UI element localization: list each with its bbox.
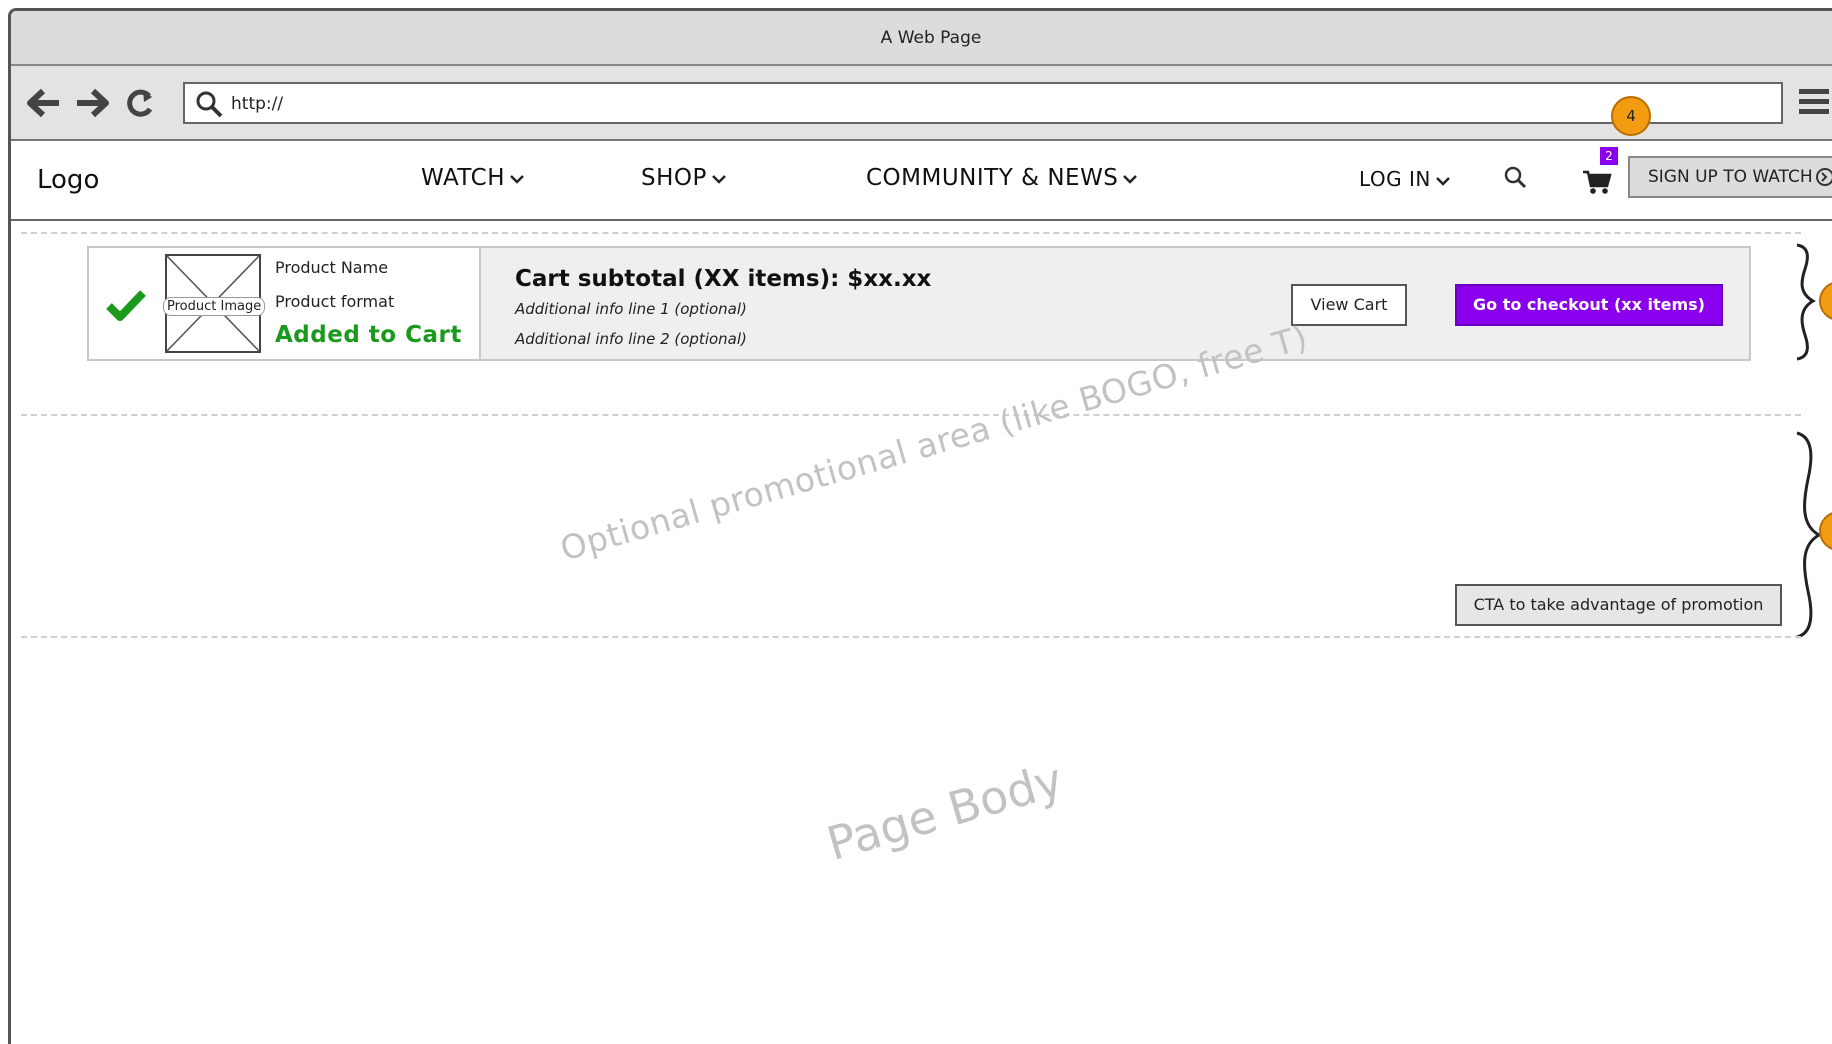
window-title: A Web Page bbox=[880, 28, 982, 48]
refresh-icon[interactable] bbox=[123, 88, 159, 118]
back-arrow-icon[interactable] bbox=[27, 88, 63, 118]
chevron-down-icon bbox=[1436, 176, 1450, 186]
nav-label: SHOP bbox=[641, 165, 707, 191]
nav-item-watch[interactable]: WATCH bbox=[421, 165, 525, 191]
site-header: Logo WATCH SHOP COMMUNITY & NEWS LOG IN … bbox=[11, 143, 1832, 221]
shopping-cart-icon[interactable] bbox=[1581, 163, 1615, 197]
section-divider bbox=[21, 232, 1801, 234]
checkout-button[interactable]: Go to checkout (xx items) bbox=[1455, 284, 1723, 326]
site-logo[interactable]: Logo bbox=[37, 165, 99, 195]
hamburger-menu-icon[interactable] bbox=[1797, 86, 1831, 118]
search-icon[interactable] bbox=[1501, 163, 1531, 193]
section-divider bbox=[21, 636, 1801, 638]
forward-arrow-icon[interactable] bbox=[73, 88, 109, 118]
promo-cta-button[interactable]: CTA to take advantage of promotion bbox=[1455, 584, 1782, 626]
browser-window: A Web Page http:// Logo WATCH SHOP COMMU… bbox=[8, 8, 1832, 1044]
browser-toolbar: http:// bbox=[11, 66, 1832, 141]
sign-up-button[interactable]: SIGN UP TO WATCH bbox=[1628, 156, 1832, 198]
cart-count-badge: 2 bbox=[1600, 147, 1618, 165]
nav-label: LOG IN bbox=[1359, 167, 1431, 191]
page-body-placeholder: Page Body bbox=[821, 752, 1069, 871]
additional-info-line: Additional info line 2 (optional) bbox=[515, 330, 747, 348]
cart-subtotal: Cart subtotal (XX items): $xx.xx bbox=[515, 266, 932, 292]
view-cart-button[interactable]: View Cart bbox=[1291, 284, 1407, 326]
product-image-label: Product Image bbox=[163, 297, 266, 316]
chevron-circle-icon bbox=[1815, 168, 1832, 186]
product-name: Product Name bbox=[275, 258, 389, 277]
wireframe-stage: A Web Page http:// Logo WATCH SHOP COMMU… bbox=[0, 0, 1832, 1044]
nav-label: COMMUNITY & NEWS bbox=[866, 165, 1119, 191]
window-titlebar: A Web Page bbox=[11, 11, 1832, 66]
added-item-summary: Product Image Product Name Product forma… bbox=[89, 248, 481, 359]
additional-info-line: Additional info line 1 (optional) bbox=[515, 300, 747, 318]
product-image-placeholder: Product Image bbox=[163, 254, 266, 353]
chevron-down-icon bbox=[1123, 174, 1138, 184]
added-to-cart-status: Added to Cart bbox=[275, 322, 462, 348]
nav-item-shop[interactable]: SHOP bbox=[641, 165, 727, 191]
section-divider bbox=[21, 414, 1801, 416]
annotation-badge: 4 bbox=[1611, 96, 1651, 136]
chevron-down-icon bbox=[711, 174, 726, 184]
added-to-cart-bar: Product Image Product Name Product forma… bbox=[87, 246, 1751, 361]
nav-item-community-news[interactable]: COMMUNITY & NEWS bbox=[866, 165, 1138, 191]
checkmark-icon bbox=[105, 288, 147, 322]
address-bar[interactable]: http:// bbox=[183, 82, 1783, 124]
nav-label: WATCH bbox=[421, 165, 505, 191]
search-icon bbox=[195, 90, 223, 118]
product-format: Product format bbox=[275, 292, 395, 311]
chevron-down-icon bbox=[510, 174, 524, 184]
url-text: http:// bbox=[231, 94, 284, 114]
nav-item-log-in[interactable]: LOG IN bbox=[1359, 167, 1451, 191]
curly-brace-annotation bbox=[1796, 243, 1817, 361]
sign-up-label: SIGN UP TO WATCH bbox=[1648, 167, 1813, 187]
